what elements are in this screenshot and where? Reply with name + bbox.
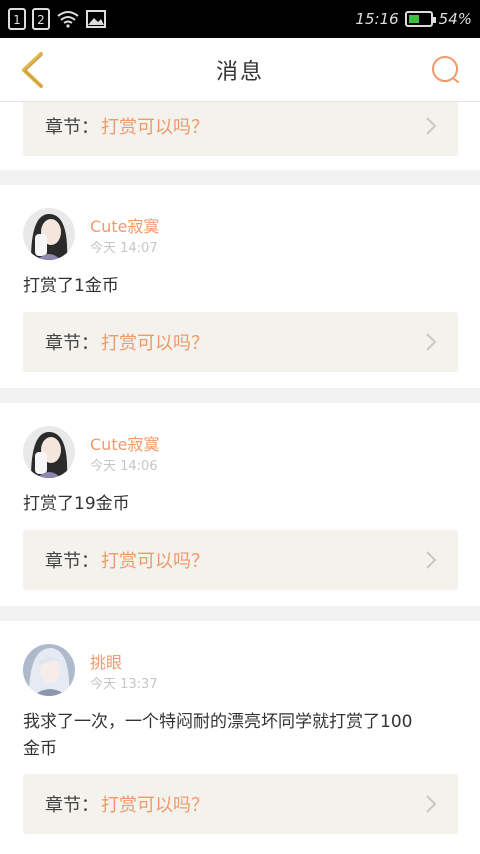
- chapter-label: 章节：: [45, 333, 99, 354]
- page-title: 消息: [215, 59, 264, 85]
- avatar-image: [23, 426, 75, 478]
- status-bar: 1 2 15:16 54%: [0, 0, 480, 38]
- back-chevron-icon: [22, 52, 43, 88]
- avatar[interactable]: [23, 644, 75, 696]
- timestamp: 今天 13:37: [90, 677, 158, 692]
- status-bar-left: 1 2: [8, 8, 106, 30]
- chapter-link-box[interactable]: 章节： 打赏可以吗？: [23, 312, 458, 372]
- chapter-link-box[interactable]: 章节： 打赏可以吗？: [23, 530, 458, 590]
- message-text: 打赏了1金币: [23, 276, 119, 296]
- chapter-name: 打赏可以吗？: [101, 117, 209, 138]
- back-button[interactable]: [14, 52, 50, 88]
- message-text: 我求了一次，一个特闷耐的漂亮坏同学就打赏了100金币: [23, 712, 413, 759]
- chapter-label: 章节：: [45, 117, 99, 138]
- avatar-image: [23, 644, 75, 696]
- avatar[interactable]: [23, 208, 75, 260]
- username[interactable]: Cute寂寞: [90, 213, 159, 237]
- app-header: 消息: [0, 38, 480, 102]
- chapter-name: 打赏可以吗？: [101, 551, 209, 572]
- sim2-icon: 2: [32, 8, 50, 30]
- message-card: Cute寂寞 今天 14:07 打赏了1金币 章节： 打赏可以吗？: [0, 185, 480, 388]
- chapter-name: 打赏可以吗？: [101, 795, 209, 816]
- chapter-name: 打赏可以吗？: [101, 333, 209, 354]
- avatar-image: [23, 208, 75, 260]
- avatar[interactable]: [23, 426, 75, 478]
- message-text: 打赏了19金币: [23, 494, 130, 514]
- sim1-label: 1: [13, 13, 21, 27]
- search-button[interactable]: [430, 54, 462, 86]
- message-card: 挑眼 今天 13:37 我求了一次，一个特闷耐的漂亮坏同学就打赏了100金币 章…: [0, 621, 480, 854]
- battery-fill: [408, 15, 420, 23]
- chevron-right-icon: [426, 795, 437, 813]
- chapter-link-box[interactable]: 章节： 打赏可以吗？: [23, 102, 458, 156]
- status-bar-right: 15:16 54%: [355, 10, 472, 28]
- timestamp: 今天 14:06: [90, 459, 158, 474]
- image-notification-icon: [86, 10, 106, 28]
- battery-percent: 54%: [438, 10, 472, 28]
- battery-icon: [404, 11, 436, 27]
- chapter-link-box[interactable]: 章节： 打赏可以吗？: [23, 774, 458, 834]
- sim1-icon: 1: [8, 8, 26, 30]
- chevron-right-icon: [426, 333, 437, 351]
- username[interactable]: Cute寂寞: [90, 431, 159, 455]
- timestamp: 今天 14:07: [90, 241, 158, 256]
- chevron-right-icon: [426, 117, 437, 135]
- username[interactable]: 挑眼: [90, 649, 122, 673]
- message-card: 章节： 打赏可以吗？: [0, 102, 480, 170]
- chapter-label: 章节：: [45, 551, 99, 572]
- search-icon: [432, 56, 459, 83]
- wifi-icon: [57, 11, 79, 28]
- clock: 15:16: [355, 10, 399, 28]
- message-card: Cute寂寞 今天 14:06 打赏了19金币 章节： 打赏可以吗？: [0, 403, 480, 606]
- chapter-label: 章节：: [45, 795, 99, 816]
- sim2-label: 2: [37, 13, 45, 27]
- message-list[interactable]: 章节： 打赏可以吗？ Cute寂寞 今天 14:07 打赏了1金币 章节： 打赏…: [0, 102, 480, 854]
- chevron-right-icon: [426, 551, 437, 569]
